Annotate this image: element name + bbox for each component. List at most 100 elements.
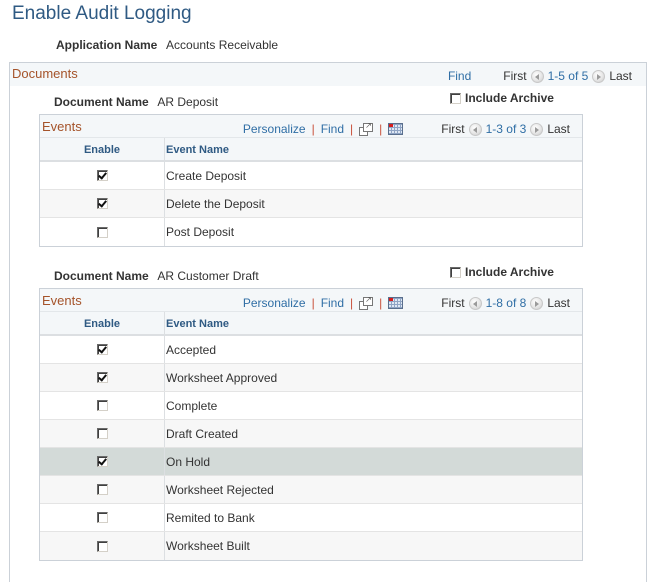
last-link[interactable]: Last (547, 296, 570, 310)
include-archive-checkbox[interactable] (450, 92, 461, 104)
event-row[interactable]: Complete (40, 392, 582, 420)
event-name: Delete the Deposit (166, 197, 265, 211)
application-name-label: Application Name (56, 38, 158, 52)
last-link[interactable]: Last (547, 122, 570, 136)
page-title: Enable Audit Logging (12, 3, 192, 24)
document-name-row: Document Name AR Customer Draft (54, 269, 259, 283)
enable-cell (40, 364, 165, 391)
documents-first-link[interactable]: First (503, 69, 526, 83)
column-header-event-name[interactable]: Event Name (165, 138, 582, 160)
event-name: Worksheet Built (166, 539, 250, 553)
event-name: Draft Created (166, 427, 239, 441)
enable-cell (40, 392, 165, 419)
include-archive-checkbox[interactable] (450, 266, 461, 278)
event-name: Post Deposit (166, 225, 235, 239)
range-text: 1-8 of 8 (485, 296, 527, 310)
enable-cell (40, 504, 165, 531)
enable-checkbox[interactable] (96, 198, 108, 209)
events-grid: Events Personalize | Find | | First 1-3 … (39, 114, 583, 247)
events-grid-header: Events Personalize | Find | | First 1-8 … (40, 289, 582, 312)
documents-last-link[interactable]: Last (609, 69, 632, 83)
enable-checkbox[interactable] (96, 372, 108, 383)
personalize-link[interactable]: Personalize (243, 122, 306, 136)
separator: | (311, 122, 315, 136)
event-row[interactable]: On Hold (40, 448, 582, 476)
include-archive-label: Include Archive (465, 91, 554, 105)
enable-checkbox[interactable] (96, 540, 108, 552)
application-name-value: Accounts Receivable (166, 38, 279, 52)
first-link[interactable]: First (441, 296, 464, 310)
events-grid-nav: Personalize | Find | | First 1-8 of 8 La… (243, 295, 570, 311)
event-name: Remited to Bank (166, 511, 255, 525)
enable-cell (40, 190, 165, 217)
enable-checkbox[interactable] (96, 428, 108, 439)
first-link[interactable]: First (441, 122, 464, 136)
view-all-icon[interactable] (359, 295, 374, 310)
documents-next-icon[interactable] (592, 69, 606, 83)
event-row[interactable]: Worksheet Built (40, 532, 582, 560)
include-archive-label: Include Archive (465, 265, 554, 279)
document-name-value: AR Deposit (157, 95, 219, 109)
event-name: Worksheet Rejected (166, 483, 274, 497)
document-name-label: Document Name (54, 269, 149, 283)
find-link[interactable]: Find (321, 122, 344, 136)
event-row[interactable]: Worksheet Approved (40, 364, 582, 392)
enable-checkbox[interactable] (96, 456, 108, 467)
personalize-link[interactable]: Personalize (243, 296, 306, 310)
separator: | (379, 122, 383, 136)
enable-checkbox[interactable] (96, 344, 108, 355)
prev-icon[interactable] (468, 122, 482, 136)
documents-grid-title: Documents (12, 66, 78, 81)
enable-checkbox[interactable] (96, 170, 108, 181)
event-row[interactable]: Create Deposit (40, 162, 582, 190)
enable-cell (40, 162, 165, 189)
separator: | (311, 296, 315, 310)
document-name-row: Document Name AR Deposit (54, 95, 218, 109)
enable-cell (40, 420, 165, 447)
documents-grid-nav: Find First 1-5 of 5 Last (448, 68, 632, 84)
include-archive-field: Include Archive (450, 91, 554, 105)
view-all-icon[interactable] (359, 121, 374, 136)
event-row[interactable]: Accepted (40, 336, 582, 364)
enable-checkbox[interactable] (96, 226, 108, 238)
events-grid-nav: Personalize | Find | | First 1-3 of 3 La… (243, 121, 570, 137)
documents-range: 1-5 of 5 (547, 69, 589, 83)
events-rows: Create Deposit Delete the Deposit Post Dep… (40, 162, 582, 246)
event-name: Accepted (166, 343, 217, 357)
enable-cell (40, 476, 165, 503)
events-grid-title: Events (42, 119, 82, 134)
event-row[interactable]: Delete the Deposit (40, 190, 582, 218)
event-name: On Hold (166, 455, 211, 469)
enable-cell (40, 532, 165, 560)
enable-checkbox[interactable] (96, 512, 108, 523)
enable-checkbox[interactable] (96, 400, 108, 411)
column-header-event-name[interactable]: Event Name (165, 312, 582, 334)
separator: | (350, 296, 354, 310)
column-header-enable[interactable]: Enable (40, 138, 165, 160)
enable-cell (40, 218, 165, 246)
documents-prev-icon[interactable] (530, 69, 544, 83)
next-icon[interactable] (530, 296, 544, 310)
separator: | (379, 296, 383, 310)
event-row[interactable]: Post Deposit (40, 218, 582, 246)
prev-icon[interactable] (468, 296, 482, 310)
documents-find-link[interactable]: Find (448, 69, 471, 83)
enable-cell (40, 336, 165, 363)
include-archive-field: Include Archive (450, 265, 554, 279)
event-row[interactable]: Worksheet Rejected (40, 476, 582, 504)
events-grid: Events Personalize | Find | | First 1-8 … (39, 288, 583, 561)
enable-checkbox[interactable] (96, 484, 108, 495)
find-link[interactable]: Find (321, 296, 344, 310)
download-spreadsheet-icon[interactable] (388, 123, 404, 135)
column-header-enable[interactable]: Enable (40, 312, 165, 334)
enable-cell (40, 448, 165, 475)
event-name: Worksheet Approved (166, 371, 278, 385)
next-icon[interactable] (530, 122, 544, 136)
event-name: Create Deposit (166, 169, 247, 183)
event-row[interactable]: Remited to Bank (40, 504, 582, 532)
events-grid-header: Events Personalize | Find | | First 1-3 … (40, 115, 582, 138)
document-name-label: Document Name (54, 95, 149, 109)
event-row[interactable]: Draft Created (40, 420, 582, 448)
download-spreadsheet-icon[interactable] (388, 297, 404, 309)
column-header-row: Enable Event Name (40, 138, 582, 162)
